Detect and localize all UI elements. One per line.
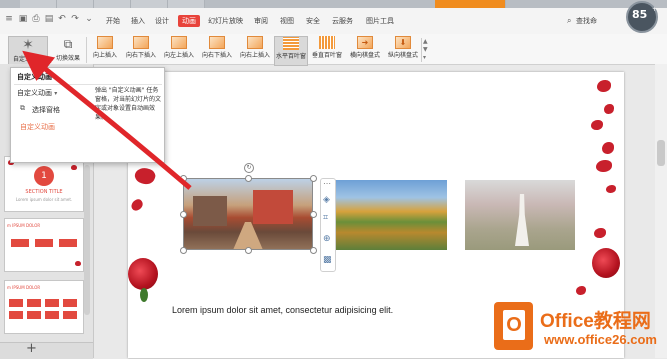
watermark-url: www.office26.com <box>544 332 657 347</box>
watermark-title: Office教程网 <box>540 311 651 332</box>
arrow-line <box>22 50 192 190</box>
annotation-arrow <box>22 50 192 190</box>
office-logo-letter: O <box>503 310 525 340</box>
